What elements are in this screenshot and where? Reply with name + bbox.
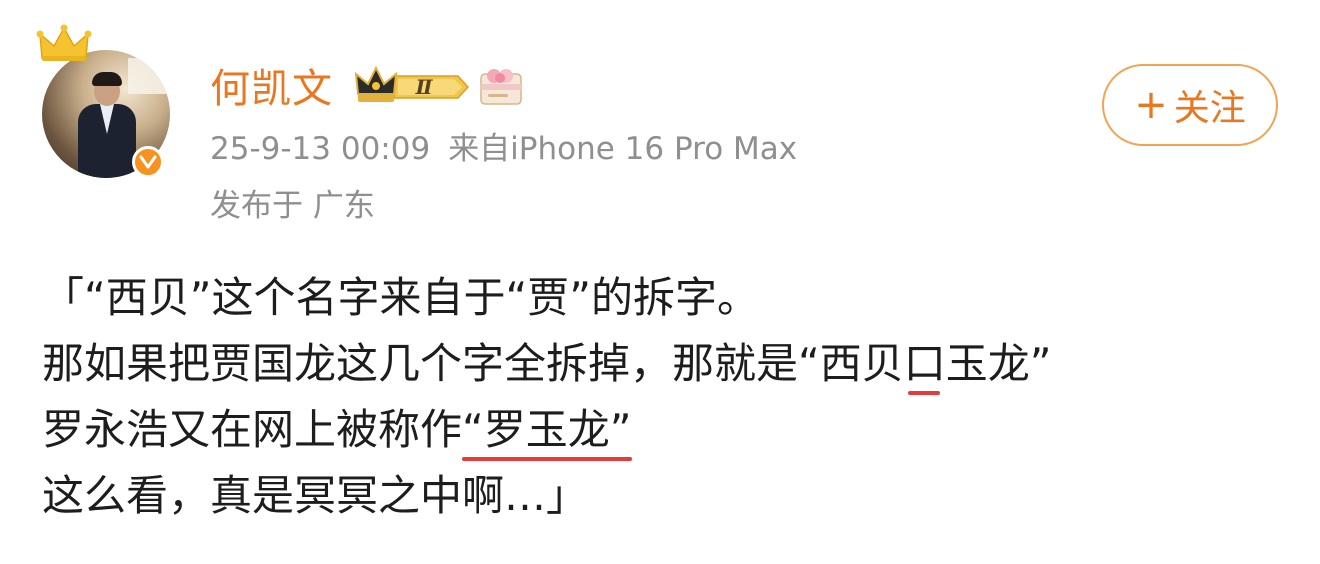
vip-crown-badge-icon[interactable]: Ⅱ [354,64,472,110]
avatar-background-screen [128,58,170,94]
post-line-text: 「“西贝”这个名字来自于“贾”的拆字。 [42,273,760,322]
post-line: 罗永浩又在网上被称作“罗玉龙” [42,397,1292,463]
post-location: 发布于 广东 [210,188,375,224]
follow-label: 关注 [1173,88,1246,129]
avatar-person-hair [92,72,122,86]
post-line: 那如果把贾国龙这几个字全拆掉，那就是“西贝口玉龙” [42,331,1292,397]
plus-icon: + [1134,82,1168,128]
post-timestamp[interactable]: 25-9-13 00:09 [210,131,430,167]
user-name[interactable]: 何凯文 [210,60,333,118]
gift-card-icon[interactable] [478,64,524,110]
underlined-phrase: “罗玉龙” [462,397,632,463]
follow-button[interactable]: + 关注 [1102,64,1278,146]
vip-level-text: Ⅱ [415,75,434,99]
underlined-character: 口 [904,331,946,397]
post-line-text: 那如果把贾国龙这几个字全拆掉，那就是“西贝 [42,339,904,388]
post-source: 来自iPhone 16 Pro Max [448,131,798,167]
crown-icon [36,24,92,61]
post-line-text: 罗永浩又在网上被称作 [42,405,463,454]
post-meta: 25-9-13 00:09 来自iPhone 16 Pro Max [210,126,797,172]
post-line-text: 玉龙” [945,339,1052,388]
post-line: 「“西贝”这个名字来自于“贾”的拆字。 [42,265,1292,331]
post-body: 「“西贝”这个名字来自于“贾”的拆字。 那如果把贾国龙这几个字全拆掉，那就是“西… [42,265,1292,529]
verified-v-icon [132,146,164,178]
post-line-text: 这么看，真是冥冥之中啊…」 [42,471,589,520]
avatar-container[interactable] [36,24,170,178]
post-line: 这么看，真是冥冥之中啊…」 [42,463,1292,529]
